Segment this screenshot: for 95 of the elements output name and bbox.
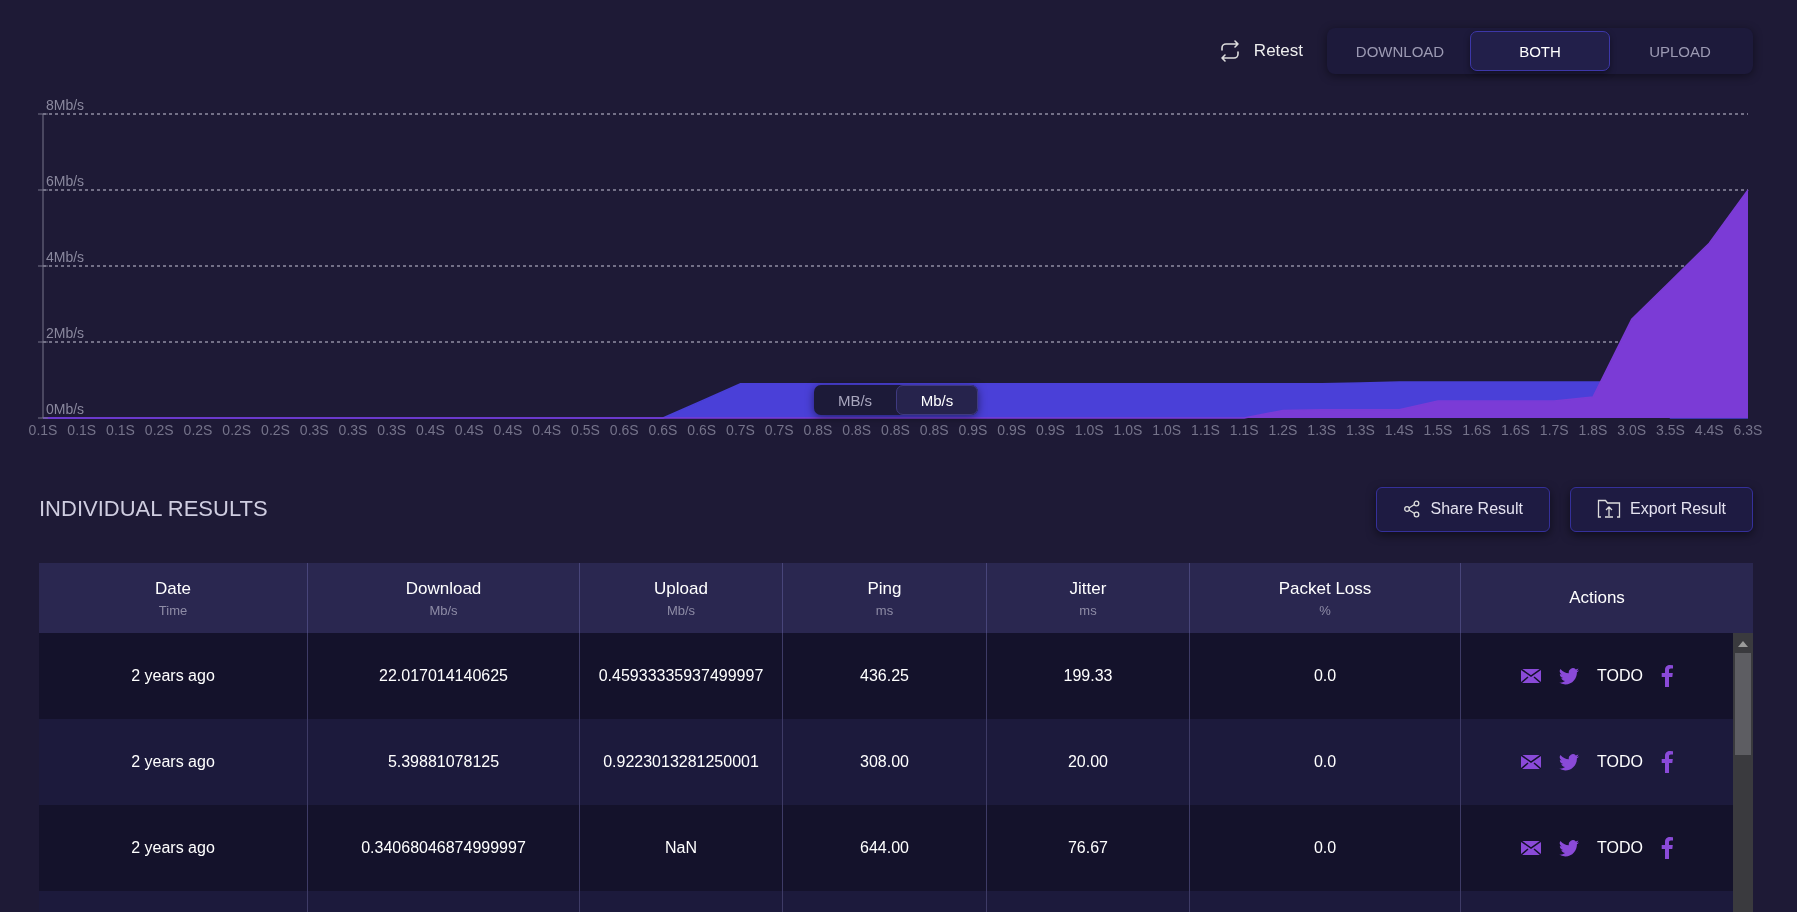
table-cell: 0.34068046874999997	[361, 839, 526, 857]
x-tick-label: 0.8S	[919, 422, 949, 438]
action-link[interactable]: TODO	[1597, 667, 1643, 685]
f-logo-icon[interactable]	[1660, 837, 1673, 859]
table-cell: 0.0	[1313, 753, 1337, 771]
upload-folder-icon	[1596, 499, 1621, 519]
scrollbar-thumb[interactable]	[1735, 653, 1751, 755]
x-tick-label: 0.6S	[609, 422, 639, 438]
share-button[interactable]: Share Result	[1376, 486, 1550, 532]
unit-tab[interactable]: Mb/s	[896, 385, 978, 415]
x-tick-label: 0.2S	[261, 422, 290, 438]
x-tick-label: 0.7S	[726, 422, 755, 438]
x-tick-label: 0.1S	[67, 422, 97, 438]
x-tick-label: 0.9S	[997, 422, 1027, 438]
x-tick-label: 1.1S	[1191, 422, 1220, 438]
x-tick-label: 0.8S	[842, 422, 872, 438]
x-tick-label: 0.3S	[299, 422, 329, 438]
table-cell: 308.00	[860, 753, 909, 771]
retest-button[interactable]: Retest	[1213, 28, 1307, 74]
x-tick-label: 3.5S	[1656, 422, 1685, 438]
x-tick-label: 1.0S	[1113, 422, 1143, 438]
x-tick-label: 0.2S	[144, 422, 174, 438]
section-title: INDIVIDUAL RESULTS	[39, 496, 268, 522]
x-tick-label: 0.9S	[1036, 422, 1065, 438]
x-tick-label: 3.0S	[1617, 422, 1647, 438]
x-tick-label: 0.6S	[687, 422, 717, 438]
x-tick-label: 0.7S	[764, 422, 794, 438]
x-tick-label: 1.0S	[1152, 422, 1182, 438]
share-icon	[1403, 500, 1422, 518]
table-cell: 436.25	[860, 667, 909, 685]
export-button[interactable]: Export Result	[1569, 486, 1753, 532]
x-tick-label: 0.4S	[493, 422, 523, 438]
bird-icon[interactable]	[1559, 667, 1580, 685]
table-cell: 2 years ago	[131, 753, 215, 771]
x-tick-label: 0.2S	[183, 422, 213, 438]
x-tick-label: 0.1S	[28, 422, 58, 438]
x-tick-label: 0.3S	[338, 422, 368, 438]
table-cell: 5.39881078125	[387, 753, 500, 771]
unit-tab[interactable]: MB/s	[814, 385, 896, 415]
f-logo-icon[interactable]	[1660, 751, 1673, 773]
f-logo-icon[interactable]	[1660, 665, 1673, 687]
x-tick-label: 0.8S	[803, 422, 833, 438]
table-cell: 0.0	[1313, 839, 1337, 857]
x-tick-label: 0.3S	[377, 422, 407, 438]
bird-icon[interactable]	[1559, 753, 1580, 771]
x-tick-label: 1.6S	[1462, 422, 1492, 438]
x-tick-label: 0.4S	[416, 422, 445, 438]
x-tick-label: 0.5S	[571, 422, 600, 438]
table-cell: 2 years ago	[131, 839, 215, 857]
bird-icon[interactable]	[1559, 839, 1580, 857]
x-tick-label: 1.6S	[1501, 422, 1530, 438]
table-cell: 2 years ago	[131, 667, 215, 685]
x-tick-label: 0.1S	[106, 422, 135, 438]
x-tick-label: 0.8S	[881, 422, 910, 438]
column-header: Actions	[1568, 587, 1626, 609]
x-tick-label: 6.3S	[1733, 422, 1763, 438]
scrollbar[interactable]	[1733, 633, 1753, 912]
x-tick-label: 0.9S	[958, 422, 988, 438]
x-tick-label: 1.4S	[1384, 422, 1414, 438]
x-tick-label: 1.3S	[1346, 422, 1375, 438]
mode-tab[interactable]: BOTH	[1470, 31, 1610, 71]
y-tick-label: 2Mb/s	[46, 325, 85, 341]
x-tick-label: 0.4S	[532, 422, 562, 438]
x-tick-label: 1.3S	[1307, 422, 1337, 438]
x-tick-label: 1.8S	[1578, 422, 1608, 438]
x-tick-label: 1.7S	[1539, 422, 1569, 438]
mail-icon[interactable]	[1521, 841, 1542, 855]
y-tick-label: 8Mb/s	[46, 97, 85, 113]
x-tick-label: 0.6S	[648, 422, 678, 438]
table-cell: 0.0	[1313, 667, 1337, 685]
x-tick-label: 0.2S	[222, 422, 252, 438]
action-link[interactable]: TODO	[1597, 839, 1643, 857]
table-cell: 644.00	[860, 839, 909, 857]
y-tick-label: 0Mb/s	[46, 401, 85, 417]
x-tick-label: 1.0S	[1074, 422, 1104, 438]
table-cell: 20.00	[1067, 753, 1108, 771]
mail-icon[interactable]	[1521, 669, 1542, 683]
table-cell: 76.67	[1067, 839, 1108, 857]
action-link[interactable]: TODO	[1597, 753, 1643, 771]
mode-tab[interactable]: DOWNLOAD	[1330, 31, 1470, 71]
table-cell: NaN	[665, 839, 697, 857]
y-tick-label: 4Mb/s	[46, 249, 85, 265]
mode-tab[interactable]: UPLOAD	[1610, 31, 1750, 71]
scroll-up-icon[interactable]	[1738, 641, 1748, 647]
x-tick-label: 1.1S	[1229, 422, 1259, 438]
table-cell: 0.9223013281250001	[603, 753, 759, 771]
x-tick-label: 4.4S	[1694, 422, 1724, 438]
mail-icon[interactable]	[1521, 755, 1542, 769]
x-tick-label: 1.5S	[1423, 422, 1453, 438]
x-tick-label: 1.2S	[1268, 422, 1298, 438]
table-cell: 22.017014140625	[379, 667, 508, 685]
x-tick-label: 0.4S	[454, 422, 484, 438]
table-cell: 0.45933335937499997	[598, 667, 764, 685]
y-tick-label: 6Mb/s	[46, 173, 85, 189]
table-cell: 199.33	[1063, 667, 1113, 685]
